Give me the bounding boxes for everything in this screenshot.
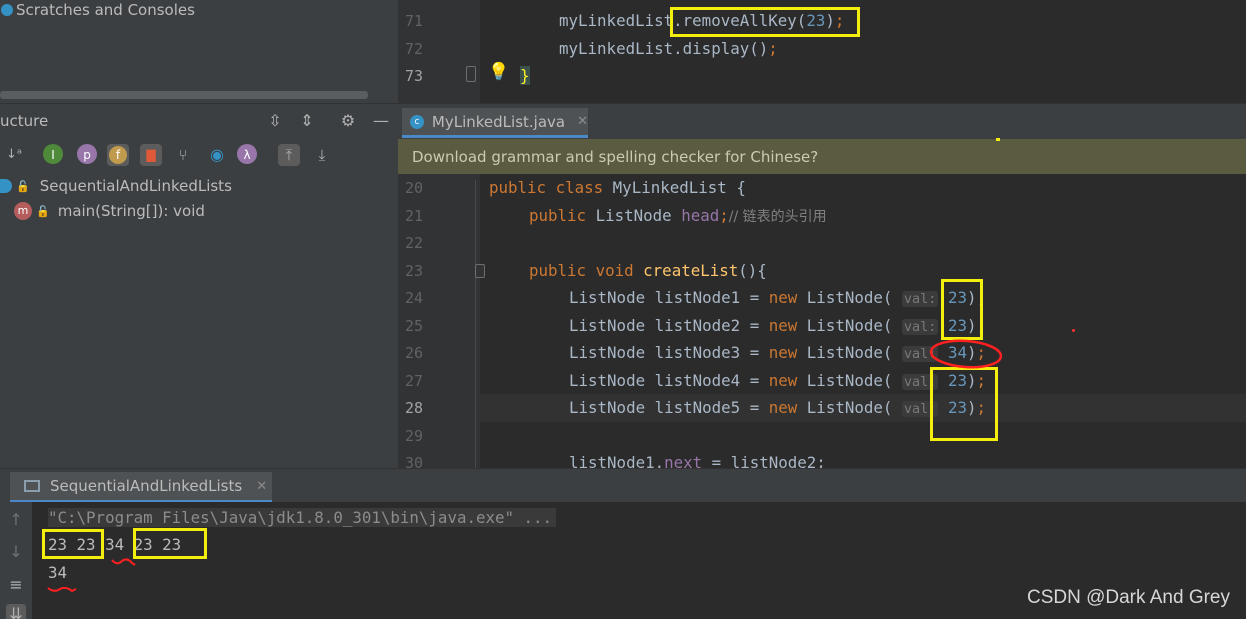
editor-tab-bar: c MyLinkedList.java ✕ bbox=[398, 103, 1246, 139]
run-config-icon bbox=[24, 480, 40, 492]
code-line-26: ListNode listNode3 = new ListNode( val: … bbox=[569, 343, 986, 362]
project-tool-window: Scratches and Consoles bbox=[0, 0, 398, 103]
structure-tool-window: ucture ⇳ ⇕ ⚙ — ↓ᵃ I p f ▇ ⑂ ◉ λ ⤒ ⤓ 🔓 Se… bbox=[0, 103, 398, 468]
close-icon[interactable]: ✕ bbox=[256, 479, 267, 494]
code-object: myLinkedList bbox=[559, 39, 674, 58]
line-number: 73 bbox=[404, 67, 423, 85]
param-hint: val: bbox=[901, 291, 939, 307]
line-number: 25 bbox=[404, 317, 423, 335]
line-number: 29 bbox=[404, 427, 423, 445]
line-number: 27 bbox=[404, 372, 423, 390]
red-dot bbox=[1072, 329, 1075, 332]
run-side-toolbar: ↑ ↓ ≡ ⇊ bbox=[0, 502, 32, 619]
code-line-30: listNode1.next = listNode2; bbox=[569, 453, 826, 468]
line-number: 23 bbox=[404, 262, 423, 280]
non-public-icon[interactable]: ▇ bbox=[140, 144, 162, 166]
code-line-27: ListNode listNode4 = new ListNode( val: … bbox=[569, 371, 986, 390]
line-number: 71 bbox=[404, 12, 423, 30]
red-underline-34 bbox=[111, 558, 136, 566]
code-line-20: public class MyLinkedList { bbox=[489, 178, 746, 197]
up-arrow-icon[interactable]: ↑ bbox=[6, 510, 26, 530]
down-arrow-icon[interactable]: ↓ bbox=[6, 542, 26, 562]
structure-title: ucture bbox=[0, 112, 49, 130]
scratches-label: Scratches and Consoles bbox=[16, 1, 195, 19]
code-line-72: myLinkedList.display(); bbox=[559, 39, 778, 58]
horizontal-scrollbar[interactable] bbox=[0, 91, 368, 99]
code-line-73: } bbox=[520, 66, 530, 85]
tab-mylinkedlist[interactable]: c MyLinkedList.java ✕ bbox=[402, 108, 588, 138]
minimize-icon[interactable]: — bbox=[371, 111, 391, 131]
highlight-box-val-1-2 bbox=[941, 279, 983, 340]
sort-alpha-icon[interactable]: ↓ᵃ bbox=[3, 144, 25, 166]
code-line-21: public ListNode head;// 链表的头引用 bbox=[529, 206, 827, 225]
red-underline-34-b bbox=[47, 586, 77, 593]
code-line-24: ListNode listNode1 = new ListNode( val: … bbox=[569, 288, 986, 307]
tree-item-class[interactable]: 🔓 SequentialAndLinkedLists bbox=[0, 175, 232, 197]
highlight-box-output-2 bbox=[133, 528, 207, 559]
method-label: main(String[]): void bbox=[57, 202, 205, 220]
code-method: display bbox=[682, 39, 750, 58]
inherited-icon[interactable]: I bbox=[43, 144, 63, 164]
scroll-to-end-icon[interactable]: ⇊ bbox=[6, 604, 26, 619]
highlight-box-removeAllKey bbox=[670, 7, 860, 37]
console-output-line-2: 34 bbox=[48, 563, 68, 582]
run-tool-window-header: SequentialAndLinkedLists ✕ bbox=[0, 468, 1246, 503]
code-object: myLinkedList bbox=[559, 11, 674, 30]
tree-item-method[interactable]: m 🔓 main(String[]): void bbox=[14, 200, 205, 222]
yellow-mark bbox=[996, 138, 1000, 141]
java-class-icon: c bbox=[410, 114, 424, 129]
banner-text: Download grammar and spelling checker fo… bbox=[412, 147, 819, 166]
anonymous-icon[interactable]: ◉ bbox=[206, 144, 228, 166]
collapse-all-icon[interactable]: ⇕ bbox=[297, 111, 317, 131]
highlight-box-val-4-5 bbox=[930, 367, 998, 441]
expand-tree-icon[interactable]: ⑂ bbox=[172, 144, 194, 166]
highlight-box-output-1 bbox=[42, 529, 104, 559]
line-number: 30 bbox=[404, 454, 423, 468]
run-tab-label: SequentialAndLinkedLists bbox=[50, 477, 243, 495]
line-number: 28 bbox=[404, 399, 423, 417]
scroll-from-source-icon[interactable]: ⤓ bbox=[311, 144, 333, 166]
line-number: 20 bbox=[404, 179, 423, 197]
lock-icon: 🔓 bbox=[36, 204, 50, 218]
lock-icon: 🔓 bbox=[16, 179, 30, 193]
close-icon[interactable]: ✕ bbox=[577, 114, 588, 129]
lightbulb-icon[interactable]: 💡 bbox=[488, 62, 509, 82]
tab-label: MyLinkedList.java bbox=[431, 112, 566, 131]
structure-header: ucture ⇳ ⇕ ⚙ — bbox=[0, 104, 398, 138]
fold-marker-icon[interactable] bbox=[466, 66, 476, 82]
scroll-to-source-icon[interactable]: ⤒ bbox=[278, 144, 300, 166]
gear-icon[interactable]: ⚙ bbox=[338, 111, 358, 131]
watermark: CSDN @Dark And Grey bbox=[1026, 587, 1230, 608]
param-hint: val: bbox=[901, 319, 939, 335]
class-label: SequentialAndLinkedLists bbox=[39, 177, 232, 195]
line-number: 22 bbox=[404, 234, 423, 252]
property-icon[interactable]: p bbox=[77, 144, 97, 164]
console-command: "C:\Program Files\Java\jdk1.8.0_301\bin\… bbox=[48, 508, 557, 527]
field-icon: f bbox=[109, 146, 127, 164]
fold-guide bbox=[475, 180, 481, 468]
tree-item-scratches[interactable]: Scratches and Consoles bbox=[0, 0, 195, 20]
class-icon bbox=[0, 179, 12, 193]
fold-marker-icon[interactable] bbox=[475, 264, 485, 278]
expand-all-icon[interactable]: ⇳ bbox=[265, 111, 285, 131]
code-line-25: ListNode listNode2 = new ListNode( val: … bbox=[569, 316, 986, 335]
structure-toolbar: ↓ᵃ I p f ▇ ⑂ ◉ λ ⤒ ⤓ bbox=[0, 140, 398, 170]
code-line-23: public void createList(){ bbox=[529, 261, 767, 280]
line-number: 72 bbox=[404, 40, 423, 58]
console-output[interactable]: "C:\Program Files\Java\jdk1.8.0_301\bin\… bbox=[32, 502, 1246, 619]
notification-banner[interactable]: Download grammar and spelling checker fo… bbox=[398, 139, 1246, 174]
red-circle-annotation bbox=[929, 339, 1003, 369]
line-number: 26 bbox=[404, 344, 423, 362]
soft-wrap-icon[interactable]: ≡ bbox=[6, 575, 26, 595]
editor-main-pane[interactable]: 20 21 22 23 24 25 26 27 28 29 30 public … bbox=[398, 174, 1246, 468]
field-icon-toggle[interactable]: f bbox=[107, 144, 129, 166]
editor-top-pane[interactable]: 71 72 73 myLinkedList.removeAllKey(23); … bbox=[398, 0, 1246, 103]
code-line-28: ListNode listNode5 = new ListNode( val: … bbox=[569, 398, 986, 417]
line-number: 24 bbox=[404, 289, 423, 307]
run-tab[interactable]: SequentialAndLinkedLists ✕ bbox=[10, 472, 272, 503]
method-icon: m bbox=[14, 202, 32, 220]
line-number: 21 bbox=[404, 207, 423, 225]
scratches-icon bbox=[1, 4, 13, 16]
lambda-icon[interactable]: λ bbox=[237, 144, 257, 164]
